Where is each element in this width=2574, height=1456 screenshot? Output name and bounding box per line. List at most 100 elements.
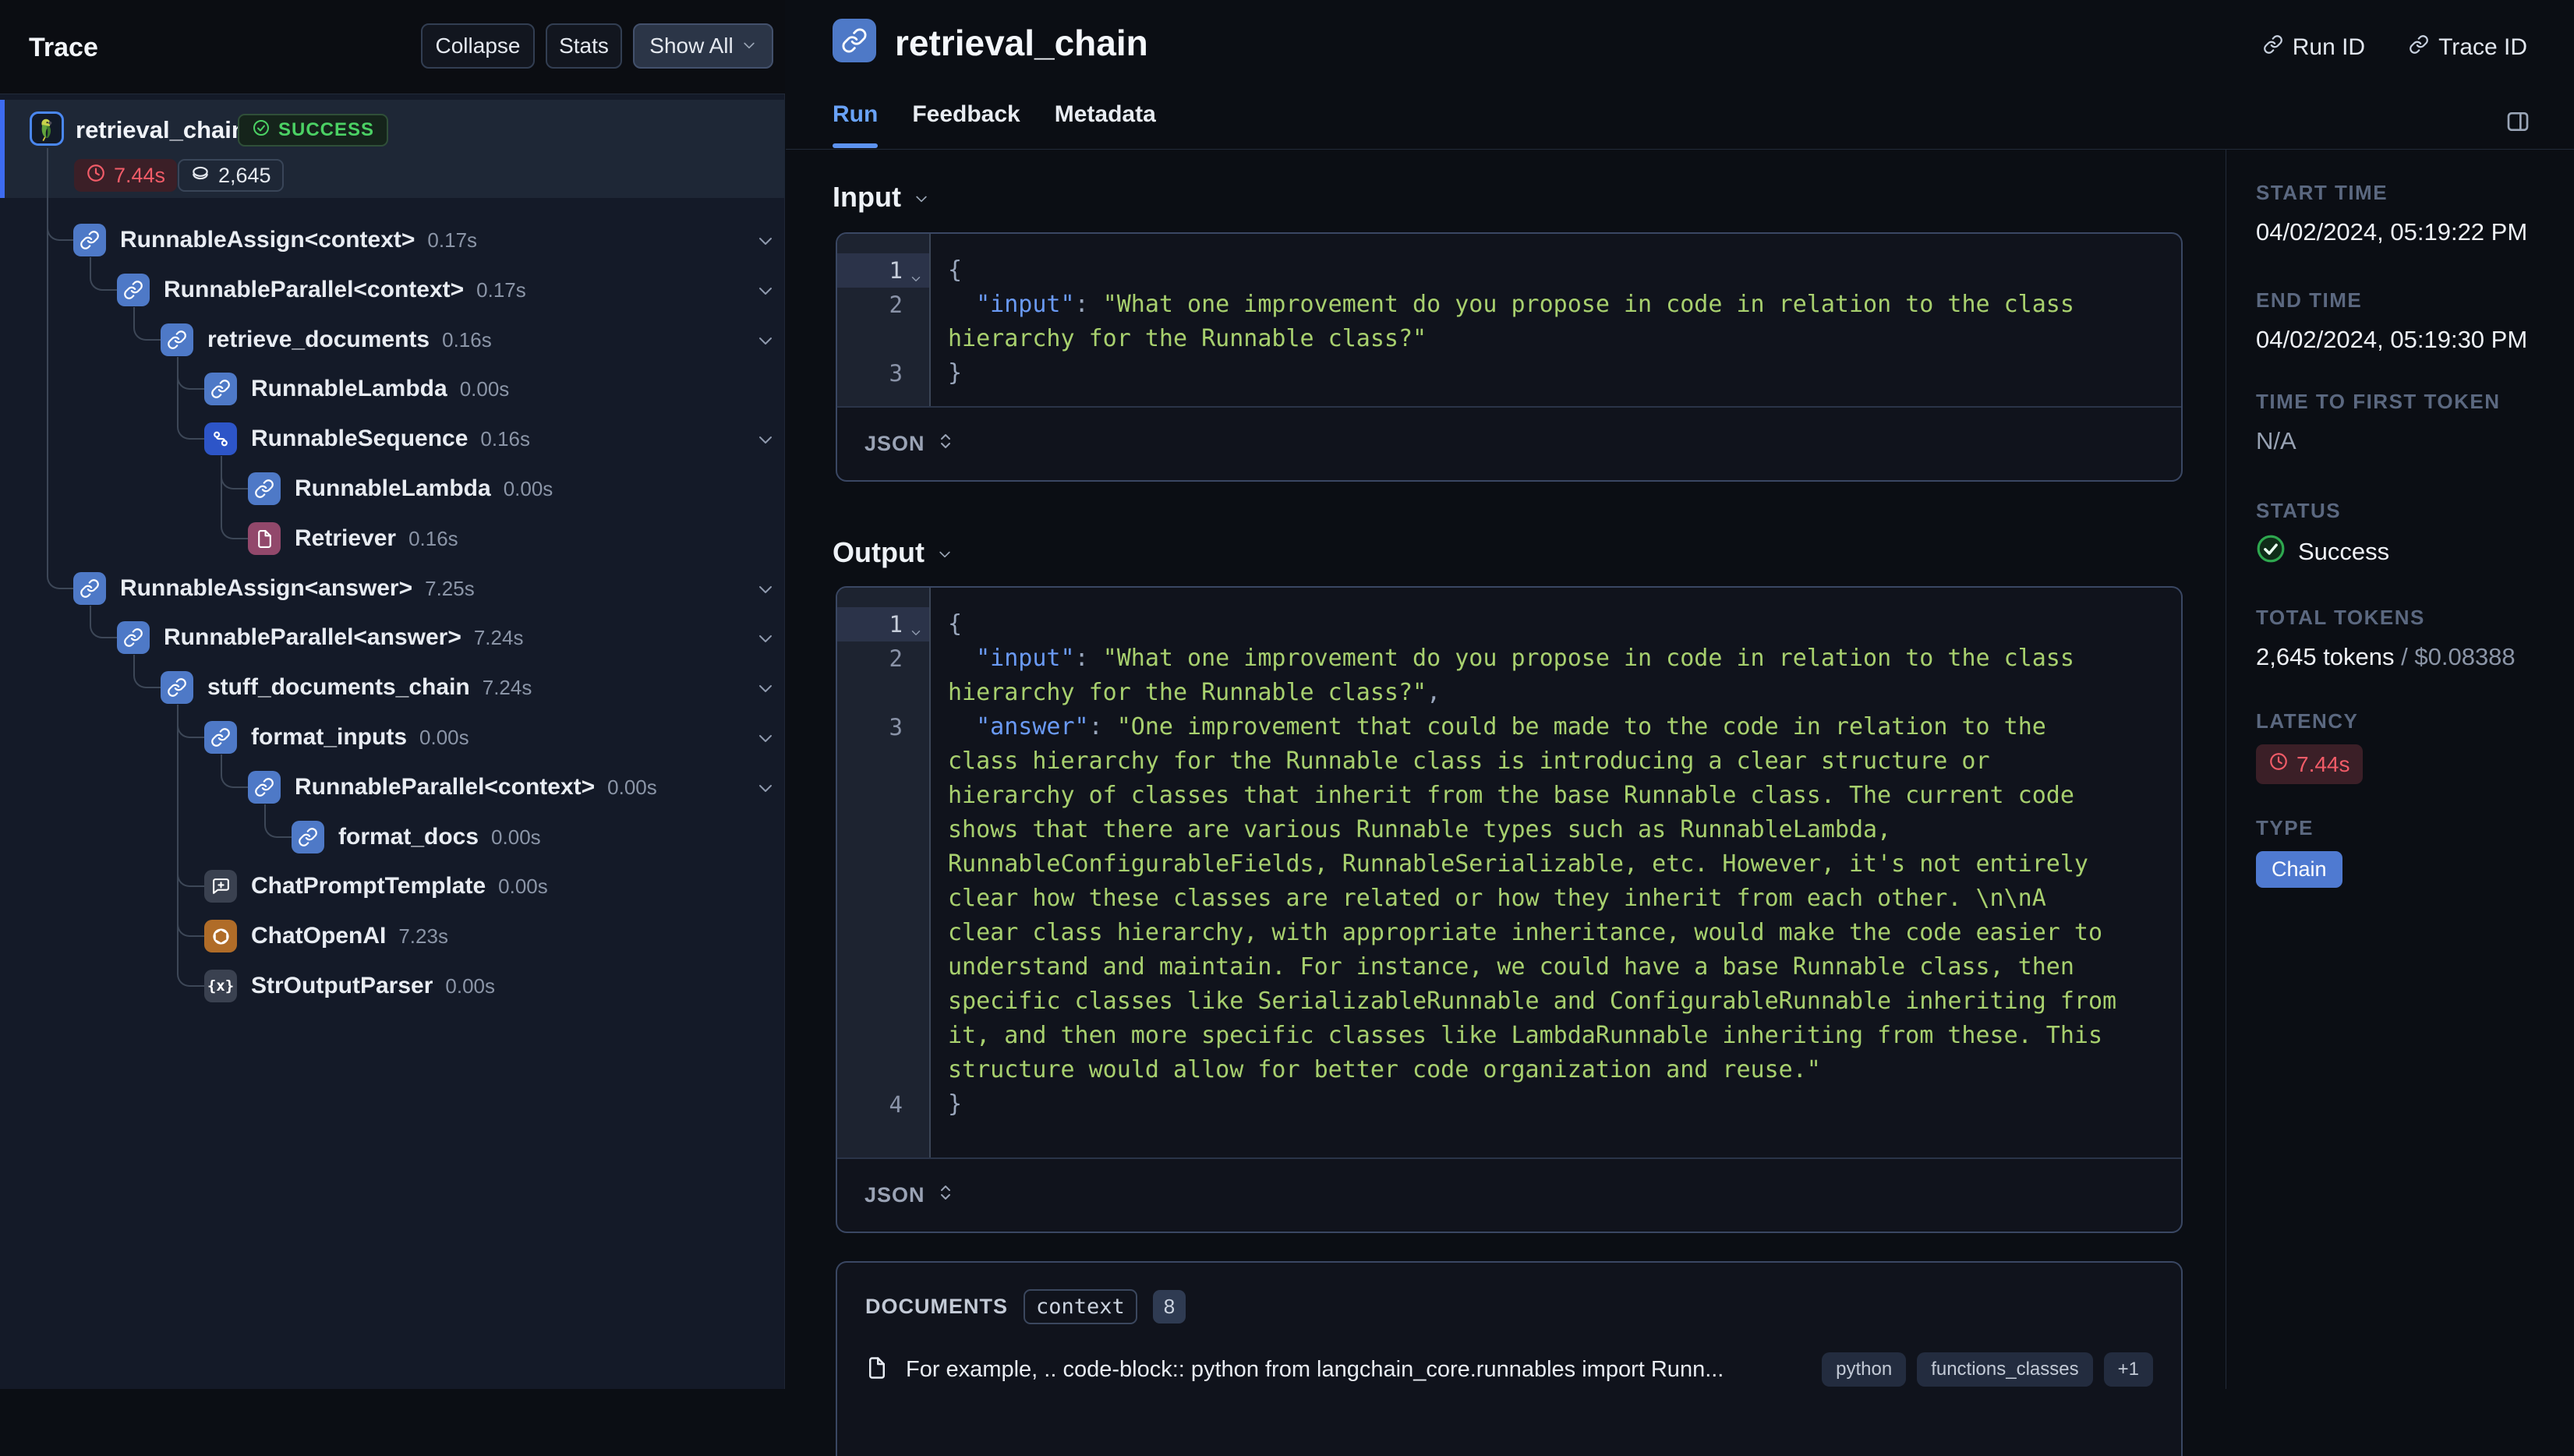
run-details-sidebar: START TIME 04/02/2024, 05:19:22 PM END TIM…	[2256, 0, 2568, 1389]
collapse-chevron-icon[interactable]	[756, 729, 775, 747]
root-latency-badge: 7.44s	[74, 159, 178, 192]
sequence-icon	[204, 422, 237, 455]
trace-node-runnableassign-context[interactable]: RunnableAssign<context> 0.17s	[0, 223, 785, 257]
trace-node-runnableparallel-context[interactable]: RunnableParallel<context> 0.17s	[0, 273, 785, 307]
node-duration: 0.00s	[607, 775, 657, 799]
output-format-select[interactable]: JSON	[837, 1157, 2181, 1232]
document-tags: python functions_classes +1	[1822, 1352, 2153, 1387]
node-name: RunnableLambda	[251, 376, 447, 401]
collapse-chevron-icon[interactable]	[756, 580, 775, 599]
trace-node-runnableparallel-context[interactable]: RunnableParallel<context> 0.00s	[0, 770, 785, 804]
updown-chevrons-icon	[936, 1183, 955, 1207]
field-value: 04/02/2024, 05:19:30 PM	[2256, 326, 2528, 353]
tab-feedback[interactable]: Feedback	[912, 101, 1020, 150]
updown-chevrons-icon	[936, 432, 955, 456]
trace-node-retrieve-documents[interactable]: retrieve_documents 0.16s	[0, 323, 785, 357]
collapse-button[interactable]: Collapse	[421, 23, 535, 69]
trace-node-runnablelambda[interactable]: RunnableLambda 0.00s	[0, 372, 785, 406]
tab-metadata[interactable]: Metadata	[1055, 101, 1156, 150]
stats-button[interactable]: Stats	[546, 23, 622, 69]
documents-count-badge: 8	[1152, 1290, 1186, 1323]
detail-field-start-time: START TIME 04/02/2024, 05:19:22 PM	[2256, 181, 2527, 246]
collapse-chevron-icon[interactable]	[756, 629, 775, 648]
status-badge: SUCCESS	[238, 114, 389, 147]
langchain-parrot-icon	[30, 111, 64, 146]
trace-node-stuff-documents-chain[interactable]: stuff_documents_chain 7.24s	[0, 670, 785, 705]
root-run-name[interactable]: retrieval_chain	[76, 116, 246, 144]
trace-node-runnablelambda[interactable]: RunnableLambda 0.00s	[0, 472, 785, 506]
node-duration: 0.16s	[442, 327, 492, 352]
input-code-area: 1{2 "input": "What one improvement do yo…	[837, 234, 2181, 406]
document-row[interactable]: For example, .. code-block:: python from…	[865, 1352, 2153, 1387]
success-check-icon	[2256, 534, 2286, 570]
tree-connector	[47, 148, 73, 589]
node-duration: 0.00s	[503, 476, 553, 500]
input-format-select[interactable]: JSON	[837, 406, 2181, 480]
collapse-chevron-icon[interactable]	[756, 779, 775, 797]
detail-field-end-time: END TIME 04/02/2024, 05:19:30 PM	[2256, 288, 2527, 354]
chain-icon	[292, 821, 324, 853]
detail-field-type: TYPE Chain	[2256, 816, 2342, 888]
chain-icon	[117, 621, 150, 654]
chain-icon	[73, 224, 106, 256]
trace-node-runnableassign-answer[interactable]: RunnableAssign<answer> 7.25s	[0, 571, 785, 606]
document-icon	[865, 1356, 889, 1384]
line-number: 1	[837, 253, 929, 288]
code-line: 4}	[837, 1087, 2181, 1122]
chain-icon	[117, 274, 150, 306]
node-duration: 7.24s	[473, 625, 524, 649]
document-snippet: For example, .. code-block:: python from…	[906, 1356, 1724, 1382]
fold-chevron-icon[interactable]	[907, 261, 923, 281]
node-duration: 0.00s	[498, 874, 548, 898]
chain-icon	[204, 721, 237, 754]
node-duration: 0.17s	[476, 277, 526, 302]
trace-node-runnablesequence[interactable]: RunnableSequence 0.16s	[0, 422, 785, 456]
collapse-chevron-icon[interactable]	[756, 679, 775, 698]
field-label: STATUS	[2256, 499, 2342, 522]
trace-node-format-inputs[interactable]: format_inputs 0.00s	[0, 720, 785, 755]
fold-chevron-icon[interactable]	[907, 615, 923, 635]
output-code-card: 1{2 "input": "What one improvement do yo…	[836, 586, 2183, 1233]
root-tokens-value: 2,645	[218, 163, 271, 187]
code-text: {	[948, 610, 963, 638]
field-label: START TIME	[2256, 181, 2388, 204]
latency-value: 7.44s	[2296, 751, 2350, 776]
chain-icon	[248, 472, 281, 505]
collapse-chevron-icon[interactable]	[756, 231, 775, 250]
chain-icon	[248, 771, 281, 804]
trace-node-runnableparallel-answer[interactable]: RunnableParallel<answer> 7.24s	[0, 620, 785, 655]
token-coin-icon	[190, 163, 210, 189]
show-all-dropdown[interactable]: Show All	[633, 23, 773, 69]
chevron-down-icon	[914, 181, 929, 214]
trace-node-chatopenai[interactable]: ChatOpenAI 7.23s	[0, 919, 785, 953]
line-number: 3	[889, 360, 903, 387]
trace-node-retriever[interactable]: Retriever 0.16s	[0, 521, 785, 556]
input-format-label: JSON	[864, 432, 925, 455]
tab-run[interactable]: Run	[833, 101, 879, 150]
node-name: ChatOpenAI	[251, 923, 387, 949]
trace-panel: RunnableAssign<context> 0.17s RunnablePara…	[0, 0, 785, 1389]
output-section-header[interactable]: Output	[833, 536, 953, 569]
node-duration: 0.16s	[408, 526, 458, 550]
trace-node-stroutputparser[interactable]: {x} StrOutputParser 0.00s	[0, 969, 785, 1003]
document-tag: functions_classes	[1917, 1352, 2093, 1387]
collapse-chevron-icon[interactable]	[756, 430, 775, 449]
code-text: "input": "What one improvement do you pr…	[948, 645, 2088, 706]
collapse-chevron-icon[interactable]	[756, 331, 775, 350]
detail-field-total-tokens: TOTAL TOKENS 2,645 tokens / $0.08388	[2256, 606, 2516, 671]
trace-node-format-docs[interactable]: format_docs 0.00s	[0, 820, 785, 854]
collapse-chevron-icon[interactable]	[756, 281, 775, 300]
openai-icon	[204, 920, 237, 952]
code-line: 1{	[837, 253, 2181, 288]
field-value: N/A	[2256, 427, 2296, 454]
chevron-down-icon	[937, 536, 953, 569]
node-name: RunnableParallel<context>	[164, 277, 465, 302]
trace-tree: RunnableAssign<context> 0.17s RunnablePara…	[0, 0, 785, 1389]
status-value: Success	[2298, 538, 2390, 565]
input-section-header[interactable]: Input	[833, 181, 929, 214]
document-tag: +1	[2103, 1352, 2153, 1387]
trace-node-chatprompttemplate[interactable]: ChatPromptTemplate 0.00s	[0, 869, 785, 903]
node-name: RunnableLambda	[295, 475, 491, 501]
node-name: StrOutputParser	[251, 973, 433, 998]
documents-label: DOCUMENTS	[865, 1295, 1008, 1318]
